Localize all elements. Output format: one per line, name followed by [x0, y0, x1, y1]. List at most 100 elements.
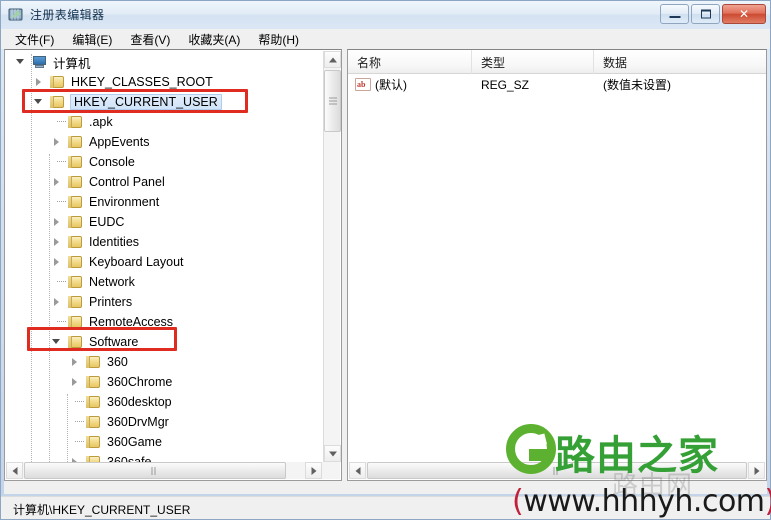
menu-help[interactable]: 帮助(H) [249, 29, 308, 50]
expand-arrow-expanded-icon[interactable] [49, 332, 67, 352]
menu-favorites[interactable]: 收藏夹(A) [179, 29, 249, 50]
triangle-right-icon [54, 298, 59, 306]
tree-item-360drvmgr[interactable]: 360DrvMgr [5, 412, 323, 432]
tree-item-software[interactable]: Software [5, 332, 323, 352]
value-name-cell: ab (默认) [348, 76, 472, 93]
expand-arrow-collapsed-icon[interactable] [31, 72, 49, 92]
registry-values-pane[interactable]: 名称 类型 数据 ab (默认) REG_SZ (数值未设置) [347, 49, 767, 481]
folder-icon [85, 355, 102, 369]
folder-icon [67, 135, 84, 149]
tree-item-label: Keyboard Layout [89, 255, 184, 269]
tree-item-[interactable]: 计算机 [5, 52, 323, 72]
folder-icon [67, 195, 84, 209]
value-type-cell: REG_SZ [481, 77, 530, 92]
scroll-thumb[interactable] [24, 462, 286, 479]
tree-item-apk[interactable]: .apk [5, 112, 323, 132]
tree-item-label: 360DrvMgr [107, 415, 169, 429]
triangle-down-icon [16, 59, 24, 64]
tree-connector [67, 392, 85, 412]
scroll-left-button[interactable] [6, 462, 23, 479]
folder-icon [49, 75, 66, 89]
menu-file[interactable]: 文件(F) [6, 29, 63, 50]
maximize-button[interactable] [691, 4, 720, 24]
tree-item-appevents[interactable]: AppEvents [5, 132, 323, 152]
triangle-right-icon [54, 218, 59, 226]
expand-arrow-expanded-icon[interactable] [31, 92, 49, 112]
tree-item-remoteaccess[interactable]: RemoteAccess [5, 312, 323, 332]
tree-item-label: EUDC [89, 215, 125, 229]
title-bar[interactable]: 注册表编辑器 ✕ [1, 1, 770, 29]
expand-arrow-collapsed-icon[interactable] [49, 232, 67, 252]
expand-arrow-collapsed-icon[interactable] [49, 132, 67, 152]
folder-icon [49, 95, 66, 109]
tree-item-label: HKEY_CLASSES_ROOT [71, 75, 213, 89]
tree-connector [49, 192, 67, 212]
scroll-down-button[interactable] [324, 445, 341, 462]
tree-item-network[interactable]: Network [5, 272, 323, 292]
column-header-row: 名称 类型 数据 [348, 50, 766, 74]
tree-item-hkey-classes-root[interactable]: HKEY_CLASSES_ROOT [5, 72, 323, 92]
tree-item-label: Control Panel [89, 175, 165, 189]
tree-item-printers[interactable]: Printers [5, 292, 323, 312]
tree-item-keyboard-layout[interactable]: Keyboard Layout [5, 252, 323, 272]
tree-item-environment[interactable]: Environment [5, 192, 323, 212]
registry-editor-icon [8, 8, 23, 21]
chevron-right-icon [754, 466, 759, 475]
scroll-thumb[interactable] [367, 462, 747, 479]
expand-arrow-collapsed-icon[interactable] [49, 212, 67, 232]
menu-edit[interactable]: 编辑(E) [63, 29, 121, 50]
dotted-connector-icon [57, 201, 66, 203]
tree-item-label: Console [89, 155, 135, 169]
expand-arrow-collapsed-icon[interactable] [49, 292, 67, 312]
tree-item-360[interactable]: 360 [5, 352, 323, 372]
tree-item-control-panel[interactable]: Control Panel [5, 172, 323, 192]
chevron-up-icon [328, 57, 337, 62]
scroll-left-button[interactable] [349, 462, 366, 479]
tree-item-label: .apk [89, 115, 113, 129]
tree-item-console[interactable]: Console [5, 152, 323, 172]
tree-item-360chrome[interactable]: 360Chrome [5, 372, 323, 392]
folder-icon [85, 415, 102, 429]
close-button[interactable]: ✕ [722, 4, 766, 24]
scroll-right-button[interactable] [305, 462, 322, 479]
expand-arrow-collapsed-icon[interactable] [49, 252, 67, 272]
tree-vertical-scrollbar[interactable] [323, 51, 341, 462]
tree-item-identities[interactable]: Identities [5, 232, 323, 252]
tree-horizontal-scrollbar[interactable] [6, 462, 340, 479]
column-header-type[interactable]: 类型 [472, 50, 594, 74]
registry-values-list[interactable]: ab (默认) REG_SZ (数值未设置) [348, 74, 766, 95]
values-table-row[interactable]: ab (默认) REG_SZ (数值未设置) [348, 74, 766, 95]
expand-arrow-collapsed-icon[interactable] [49, 172, 67, 192]
triangle-right-icon [54, 178, 59, 186]
folder-icon [67, 115, 84, 129]
dotted-connector-icon [57, 281, 66, 283]
expand-arrow-collapsed-icon[interactable] [67, 372, 85, 392]
tree-item-eudc[interactable]: EUDC [5, 212, 323, 232]
registry-tree[interactable]: 计算机 HKEY_CLASSES_ROOT HKEY_CURRENT_USER .ap… [5, 52, 323, 472]
tree-connector [67, 432, 85, 452]
tree-item-label: Printers [89, 295, 133, 309]
registry-editor-window: 注册表编辑器 ✕ 文件(F) 编辑(E) 查看(V) 收藏夹(A) 帮助(H) … [0, 0, 771, 520]
status-bar: 计算机\HKEY_CURRENT_USER [1, 496, 770, 519]
scroll-right-button[interactable] [748, 462, 765, 479]
folder-icon [67, 295, 84, 309]
tree-item-hkey-current-user[interactable]: HKEY_CURRENT_USER [5, 92, 323, 112]
folder-icon [67, 215, 84, 229]
scroll-up-button[interactable] [324, 51, 341, 68]
grip-icon [328, 97, 337, 105]
string-value-icon: ab [355, 78, 371, 91]
tree-item-360desktop[interactable]: 360desktop [5, 392, 323, 412]
triangle-right-icon [36, 78, 41, 86]
registry-tree-pane[interactable]: 计算机 HKEY_CLASSES_ROOT HKEY_CURRENT_USER .ap… [4, 49, 342, 481]
column-header-data[interactable]: 数据 [594, 50, 766, 74]
column-header-name[interactable]: 名称 [348, 50, 472, 74]
minimize-button[interactable] [660, 4, 689, 24]
list-horizontal-scrollbar[interactable] [349, 462, 765, 479]
expand-arrow-expanded-icon[interactable] [13, 52, 31, 72]
folder-icon [67, 275, 84, 289]
scroll-thumb[interactable] [324, 70, 341, 132]
tree-item-label: 360Game [107, 435, 162, 449]
tree-item-360game[interactable]: 360Game [5, 432, 323, 452]
menu-view[interactable]: 查看(V) [121, 29, 179, 50]
expand-arrow-collapsed-icon[interactable] [67, 352, 85, 372]
